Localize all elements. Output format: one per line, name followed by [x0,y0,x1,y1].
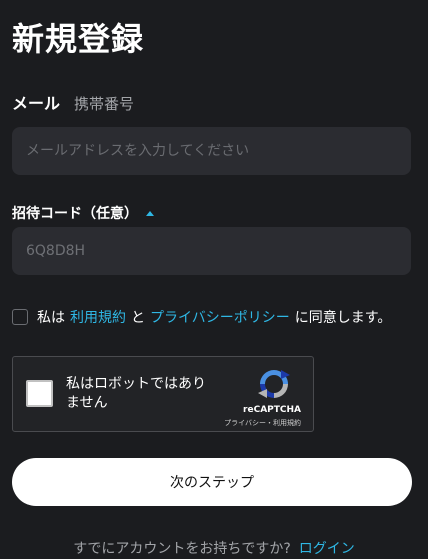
login-method-tabs: メール 携帯番号 [12,90,134,114]
caret-up-icon [146,210,154,216]
privacy-policy-link[interactable]: プライバシーポリシー [150,307,290,327]
recaptcha-logo-icon [258,370,290,398]
login-prompt: すでにアカウントをお持ちですか? [73,541,291,557]
recaptcha-brand: reCAPTCHA [243,405,301,415]
email-input[interactable] [12,127,411,175]
next-step-button[interactable]: 次のステップ [12,458,412,506]
agreement-row: 私は 利用規約 と プライバシーポリシー に同意します。 [12,307,391,327]
recaptcha-label: 私はロボットではありません [66,376,206,411]
agreement-prefix: 私は [37,310,65,326]
tab-email[interactable]: メール [12,90,60,114]
recaptcha-checkbox[interactable] [26,380,53,407]
tab-mobile[interactable]: 携帯番号 [74,93,134,114]
terms-link[interactable]: 利用規約 [70,307,126,327]
page-title: 新規登録 [12,20,145,58]
referral-code-label: 招待コード（任意） [12,206,138,222]
recaptcha-privacy-terms-link[interactable]: プライバシー・利用規約 [224,418,301,428]
referral-code-input[interactable] [12,227,411,275]
referral-code-toggle[interactable]: 招待コード（任意） [12,203,154,223]
recaptcha-widget: 私はロボットではありません reCAPTCHA プライバシー・利用規約 [12,356,314,432]
agreement-checkbox[interactable] [12,309,28,325]
login-link[interactable]: ログイン [299,541,355,557]
agreement-and: と [131,310,145,326]
agreement-suffix: に同意します。 [294,310,392,326]
login-row: すでにアカウントをお持ちですか? ログイン [0,538,428,558]
